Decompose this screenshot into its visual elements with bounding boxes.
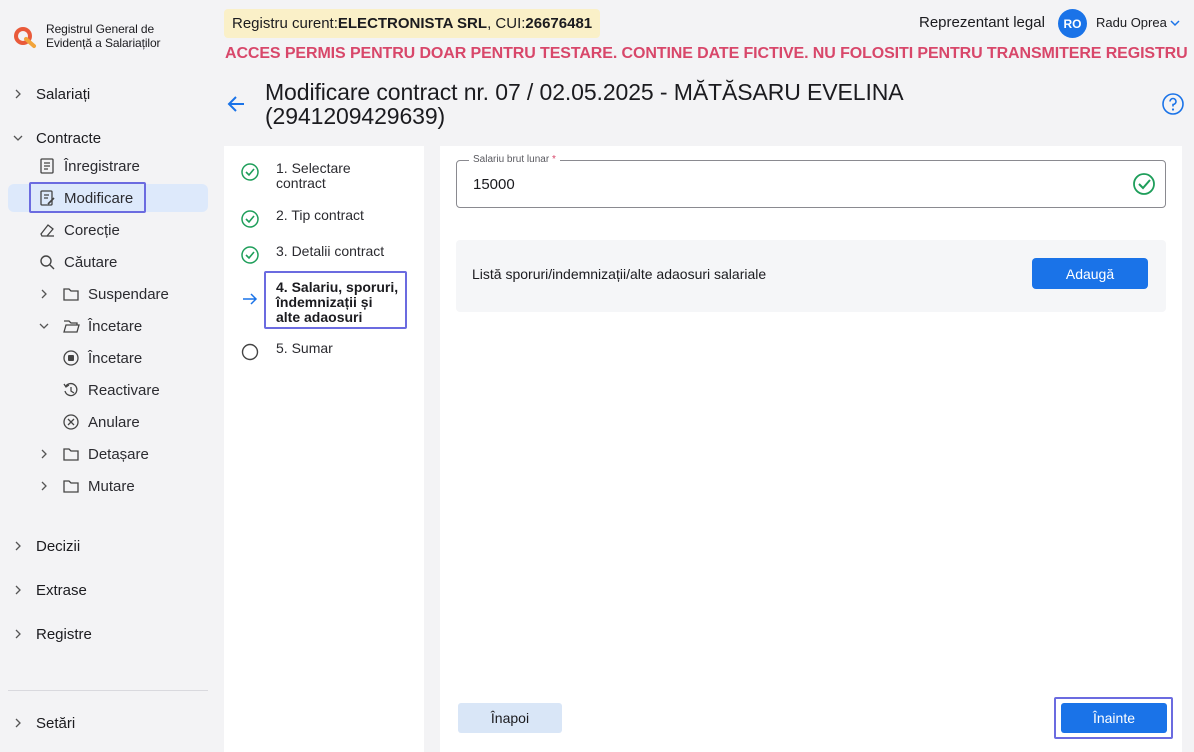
nav-cautare-label: Căutare [64, 253, 118, 271]
step-2-label: 2. Tip contract [276, 207, 364, 223]
nav-corectie[interactable]: Corecție [8, 216, 208, 244]
nav-anulare[interactable]: Anulare [8, 408, 208, 436]
nav-incetare-label: Încetare [88, 349, 143, 367]
nav-mutare-label: Mutare [88, 477, 135, 495]
nav-extrase[interactable]: Extrase [8, 576, 208, 604]
nav-contracte-label: Contracte [36, 129, 102, 147]
stop-circle-icon [63, 350, 79, 366]
arrow-right-icon [243, 293, 258, 305]
nav-decizii-label: Decizii [36, 537, 81, 555]
allowances-list-title: Listă sporuri/indemnizații/alte adaosuri… [472, 266, 767, 282]
nav-mutare[interactable]: Mutare [8, 472, 208, 500]
chevron-right-icon [41, 289, 47, 299]
nav-reactivare[interactable]: Reactivare [8, 376, 208, 404]
step-1[interactable]: 1. Selectare contract [240, 161, 386, 191]
user-role: Reprezentant legal [919, 14, 1045, 31]
step-2[interactable]: 2. Tip contract [240, 208, 364, 229]
help-icon[interactable] [1161, 92, 1185, 116]
chevron-right-icon [15, 718, 21, 728]
registry-prefix: Registru curent: [232, 15, 338, 32]
chevron-right-icon [41, 481, 47, 491]
step-3-label: 3. Detalii contract [276, 243, 385, 259]
next-button-focus-ring [1054, 697, 1173, 739]
nav-detasare[interactable]: Detașare [8, 440, 208, 468]
check-circle-icon [241, 163, 259, 181]
step-5[interactable]: 5. Sumar [240, 341, 333, 362]
chevron-down-icon [13, 135, 23, 141]
nav-salariati[interactable]: Salariați [8, 80, 208, 108]
nav-incetare[interactable]: Încetare [8, 344, 208, 372]
nav-cautare[interactable]: Căutare [8, 248, 208, 276]
document-icon [40, 158, 54, 174]
nav-extrase-label: Extrase [36, 581, 87, 599]
check-circle-icon [241, 246, 259, 264]
folder-icon [63, 448, 79, 461]
nav-anulare-label: Anulare [88, 413, 140, 431]
folder-icon [63, 288, 79, 301]
nav-contracte[interactable]: Contracte [8, 124, 208, 152]
registry-cui-prefix: , CUI: [487, 15, 526, 32]
chevron-right-icon [15, 541, 21, 551]
test-warning-banner: ACCES PERMIS PENTRU DOAR PENTRU TESTARE.… [225, 45, 1188, 62]
empty-circle-icon [241, 343, 259, 361]
valid-check-icon [1133, 173, 1155, 195]
registry-cui: 26676481 [525, 15, 593, 32]
back-button[interactable]: Înapoi [458, 703, 562, 733]
nav-inregistrare[interactable]: Înregistrare [8, 152, 208, 180]
avatar[interactable]: RO [1058, 9, 1087, 38]
allowances-list-section: Listă sporuri/indemnizații/alte adaosuri… [456, 240, 1166, 312]
sidebar: Registrul General de Evidență a Salariaț… [0, 0, 216, 752]
add-allowance-button[interactable]: Adaugă [1032, 258, 1148, 289]
chevron-right-icon [15, 89, 21, 99]
logo-line-2: Evidență a Salariaților [46, 36, 161, 50]
salary-label-text: Salariu brut lunar [473, 154, 550, 165]
folder-icon [63, 480, 79, 493]
salary-field[interactable]: Salariu brut lunar * 15000 [456, 154, 1166, 208]
nav-suspendare-label: Suspendare [88, 285, 169, 303]
nav-suspendare[interactable]: Suspendare [8, 280, 208, 308]
chevron-down-icon [39, 323, 49, 329]
logo-line-1: Registrul General de [46, 22, 155, 36]
step-1-label: 1. Selectare contract [276, 160, 351, 191]
folder-open-icon [63, 320, 80, 333]
nav-corectie-label: Corecție [64, 221, 120, 239]
nav-detasare-label: Detașare [88, 445, 149, 463]
nav-setari-label: Setări [36, 714, 76, 732]
nav-incetare-group[interactable]: Încetare [8, 312, 208, 340]
cancel-circle-icon [63, 414, 79, 430]
nav-inregistrare-label: Înregistrare [64, 157, 140, 175]
user-name[interactable]: Radu Oprea [1096, 15, 1167, 30]
current-registry-badge: Registru curent: ELECTRONISTA SRL , CUI:… [224, 9, 601, 38]
wizard-steps-panel: 1. Selectare contract 2. Tip contract 3.… [224, 146, 424, 752]
nav-registre[interactable]: Registre [8, 620, 208, 648]
step-4-focus-ring [264, 271, 407, 329]
user-menu-chevron-icon[interactable] [1168, 16, 1182, 30]
nav-decizii[interactable]: Decizii [8, 532, 208, 560]
nav-registre-label: Registre [36, 625, 92, 643]
search-icon [40, 255, 55, 270]
required-mark: * [551, 154, 556, 165]
check-circle-icon [241, 210, 259, 228]
page-title: Modificare contract nr. 07 / 02.05.2025 … [265, 79, 903, 129]
history-icon [63, 382, 78, 397]
nav-incetare-group-label: Încetare [88, 317, 143, 335]
back-arrow-icon[interactable] [226, 93, 248, 115]
form-panel: Salariu brut lunar * 15000 Listă sporuri… [440, 146, 1182, 752]
nav-salariati-label: Salariați [36, 85, 91, 103]
sidebar-divider [8, 690, 208, 691]
app-logo[interactable]: Registrul General de Evidență a Salariaț… [12, 22, 161, 50]
registry-company: ELECTRONISTA SRL [337, 15, 488, 32]
step-3[interactable]: 3. Detalii contract [240, 244, 384, 265]
salary-field-label: Salariu brut lunar * [469, 154, 560, 165]
chevron-right-icon [15, 629, 21, 639]
chevron-right-icon [41, 449, 47, 459]
eraser-icon [40, 224, 54, 237]
nav-setari[interactable]: Setări [8, 709, 208, 737]
nav-reactivare-label: Reactivare [88, 381, 160, 399]
modificare-focus-ring [29, 182, 146, 213]
step-5-label: 5. Sumar [276, 340, 333, 356]
salary-input[interactable]: 15000 [473, 176, 515, 193]
logo-icon [14, 27, 36, 48]
chevron-right-icon [15, 585, 21, 595]
